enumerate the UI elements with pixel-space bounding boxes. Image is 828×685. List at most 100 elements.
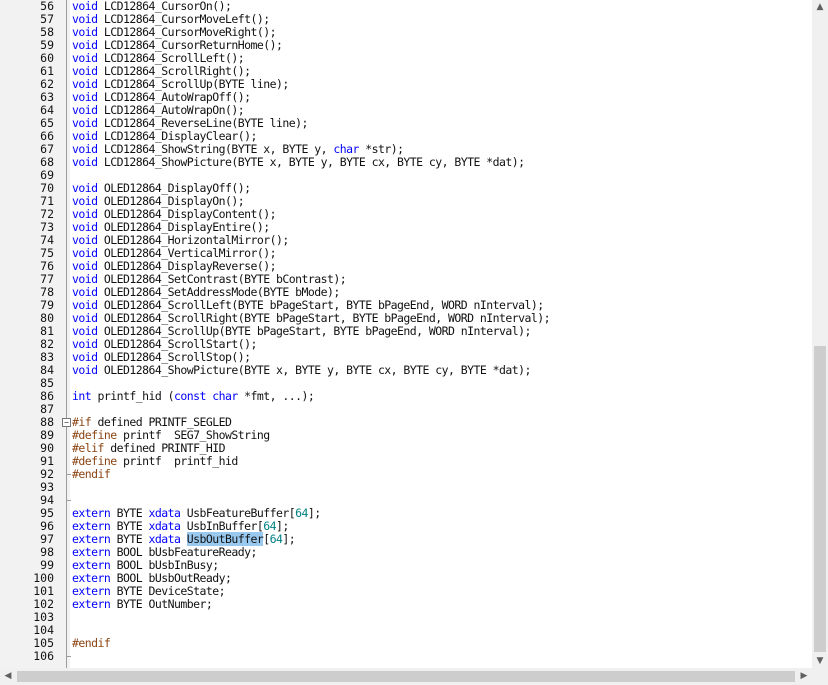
preprocessor-token: #define [72, 454, 117, 468]
code-token: BYTE [110, 519, 149, 533]
vertical-scroll-thumb[interactable] [814, 346, 826, 652]
keyword-token: extern [72, 545, 111, 559]
keyword-token: void [72, 233, 98, 247]
preprocessor-token: #endif [72, 467, 111, 481]
code-token: OLED12864_ScrollStart(); [97, 337, 258, 351]
code-editor[interactable]: 56 void LCD12864_CursorOn(); 57 void LCD128… [0, 0, 812, 668]
keyword-token: xdata [148, 519, 181, 533]
keyword-token: void [72, 220, 98, 234]
scroll-up-icon[interactable]: ▲ [812, 0, 828, 14]
code-token: LCD12864_ScrollUp(BYTE line); [97, 77, 289, 91]
selected-text: UsbOutBuffer [186, 532, 264, 546]
scroll-down-icon[interactable]: ▼ [812, 654, 828, 668]
code-token: defined PRINTF_SEGLED [91, 415, 232, 429]
keyword-token: void [72, 90, 98, 104]
code-token: LCD12864_DisplayClear(); [97, 129, 258, 143]
keyword-token: xdata [148, 506, 181, 520]
fold-end-marker [66, 500, 71, 501]
code-token: *str); [358, 142, 404, 156]
code-token: BYTE OutNumber; [110, 597, 213, 611]
number-token: 64 [263, 519, 276, 533]
code-token: ]; [282, 532, 296, 546]
keyword-token: xdata [148, 532, 181, 546]
code-token: OLED12864_VerticalMirror(); [97, 246, 277, 260]
scroll-left-icon[interactable]: ◀ [1, 668, 15, 685]
code-token: LCD12864_AutoWrapOn(); [97, 103, 245, 117]
code-token: OLED12864_DisplayEntire(); [97, 220, 270, 234]
code-token: *fmt, ...); [237, 389, 315, 403]
code-token: LCD12864_ReverseLine(BYTE line); [97, 116, 309, 130]
preprocessor-token: #define [72, 428, 117, 442]
fold-end-marker [66, 474, 71, 475]
code-token: BOOL bUsbInBusy; [110, 558, 220, 572]
keyword-token: void [72, 337, 98, 351]
code-token: LCD12864_ShowString(BYTE x, BYTE y, [97, 142, 334, 156]
keyword-token: void [72, 298, 98, 312]
code-token: LCD12864_AutoWrapOff(); [97, 90, 251, 104]
keyword-token: void [72, 103, 98, 117]
keyword-token: void [72, 350, 98, 364]
code-token: defined PRINTF_HID [103, 441, 225, 455]
code-token: OLED12864_ScrollLeft(BYTE bPageStart, BY… [97, 298, 544, 312]
code-text[interactable]: extern BYTE OutNumber; [72, 597, 213, 611]
keyword-token: extern [72, 506, 111, 520]
code-token: OLED12864_ScrollRight(BYTE bPageStart, B… [97, 311, 551, 325]
keyword-token: void [72, 285, 98, 299]
code-token: OLED12864_DisplayOn(); [97, 194, 245, 208]
code-token: BOOL bUsbOutReady; [110, 571, 232, 585]
keyword-token: extern [72, 558, 111, 572]
code-token: BYTE [110, 506, 149, 520]
keyword-token: void [72, 246, 98, 260]
code-text[interactable]: #endif [72, 636, 111, 650]
code-token: ]; [307, 506, 321, 520]
keyword-token: void [72, 324, 98, 338]
preprocessor-token: #if [72, 415, 92, 429]
keyword-token: void [72, 272, 98, 286]
keyword-token: void [72, 142, 98, 156]
scroll-right-icon[interactable]: ▶ [797, 668, 811, 685]
fold-toggle-icon[interactable]: − [62, 418, 71, 427]
keyword-token: void [72, 363, 98, 377]
vertical-scrollbar[interactable]: ▲ ▼ [812, 0, 828, 668]
keyword-token: char [333, 142, 359, 156]
code-text[interactable]: void OLED12864_ShowPicture(BYTE x, BYTE … [72, 364, 531, 377]
code-token: LCD12864_ScrollLeft(); [97, 51, 245, 65]
keyword-token: extern [72, 571, 111, 585]
code-token: BYTE [110, 532, 149, 546]
code-token: OLED12864_SetContrast(BYTE bContrast); [97, 272, 347, 286]
code-token: UsbFeatureBuffer[ [180, 506, 296, 520]
keyword-token: void [72, 38, 98, 52]
code-token: OLED12864_ShowPicture(BYTE x, BYTE y, BY… [97, 363, 532, 377]
number-token: 64 [295, 506, 308, 520]
code-token: OLED12864_SetAddressMode(BYTE bMode); [97, 285, 340, 299]
keyword-token: void [72, 207, 98, 221]
keyword-token: extern [72, 519, 111, 533]
code-token: OLED12864_ScrollStop(); [97, 350, 251, 364]
code-token: OLED12864_DisplayReverse(); [97, 259, 277, 273]
code-token: BOOL bUsbFeatureReady; [110, 545, 258, 559]
keyword-token: void [72, 25, 98, 39]
preprocessor-token: #endif [72, 636, 111, 650]
code-text[interactable]: #endif [72, 467, 111, 481]
code-token: ]; [275, 519, 289, 533]
line-number: 106 [33, 649, 54, 663]
code-token: LCD12864_CursorMoveRight(); [97, 25, 277, 39]
code-text[interactable]: void LCD12864_ShowPicture(BYTE x, BYTE y… [72, 156, 525, 169]
keyword-token: void [72, 194, 98, 208]
keyword-token: const [173, 389, 206, 403]
preprocessor-token: #elif [72, 441, 104, 455]
keyword-token: void [72, 311, 98, 325]
keyword-token: void [72, 155, 98, 169]
code-text[interactable]: int printf_hid (const char *fmt, ...); [72, 389, 315, 403]
keyword-token: extern [72, 597, 111, 611]
keyword-token: void [72, 64, 98, 78]
code-token: LCD12864_ScrollRight(); [97, 64, 251, 78]
keyword-token: char [212, 389, 238, 403]
fold-end-marker [66, 656, 71, 657]
keyword-token: int [72, 389, 92, 403]
code-token: LCD12864_ShowPicture(BYTE x, BYTE y, BYT… [97, 155, 525, 169]
horizontal-scroll-thumb[interactable] [17, 671, 795, 682]
horizontal-scrollbar[interactable]: ◀ ▶ [0, 668, 812, 685]
code-token: printf_hid ( [91, 389, 174, 403]
